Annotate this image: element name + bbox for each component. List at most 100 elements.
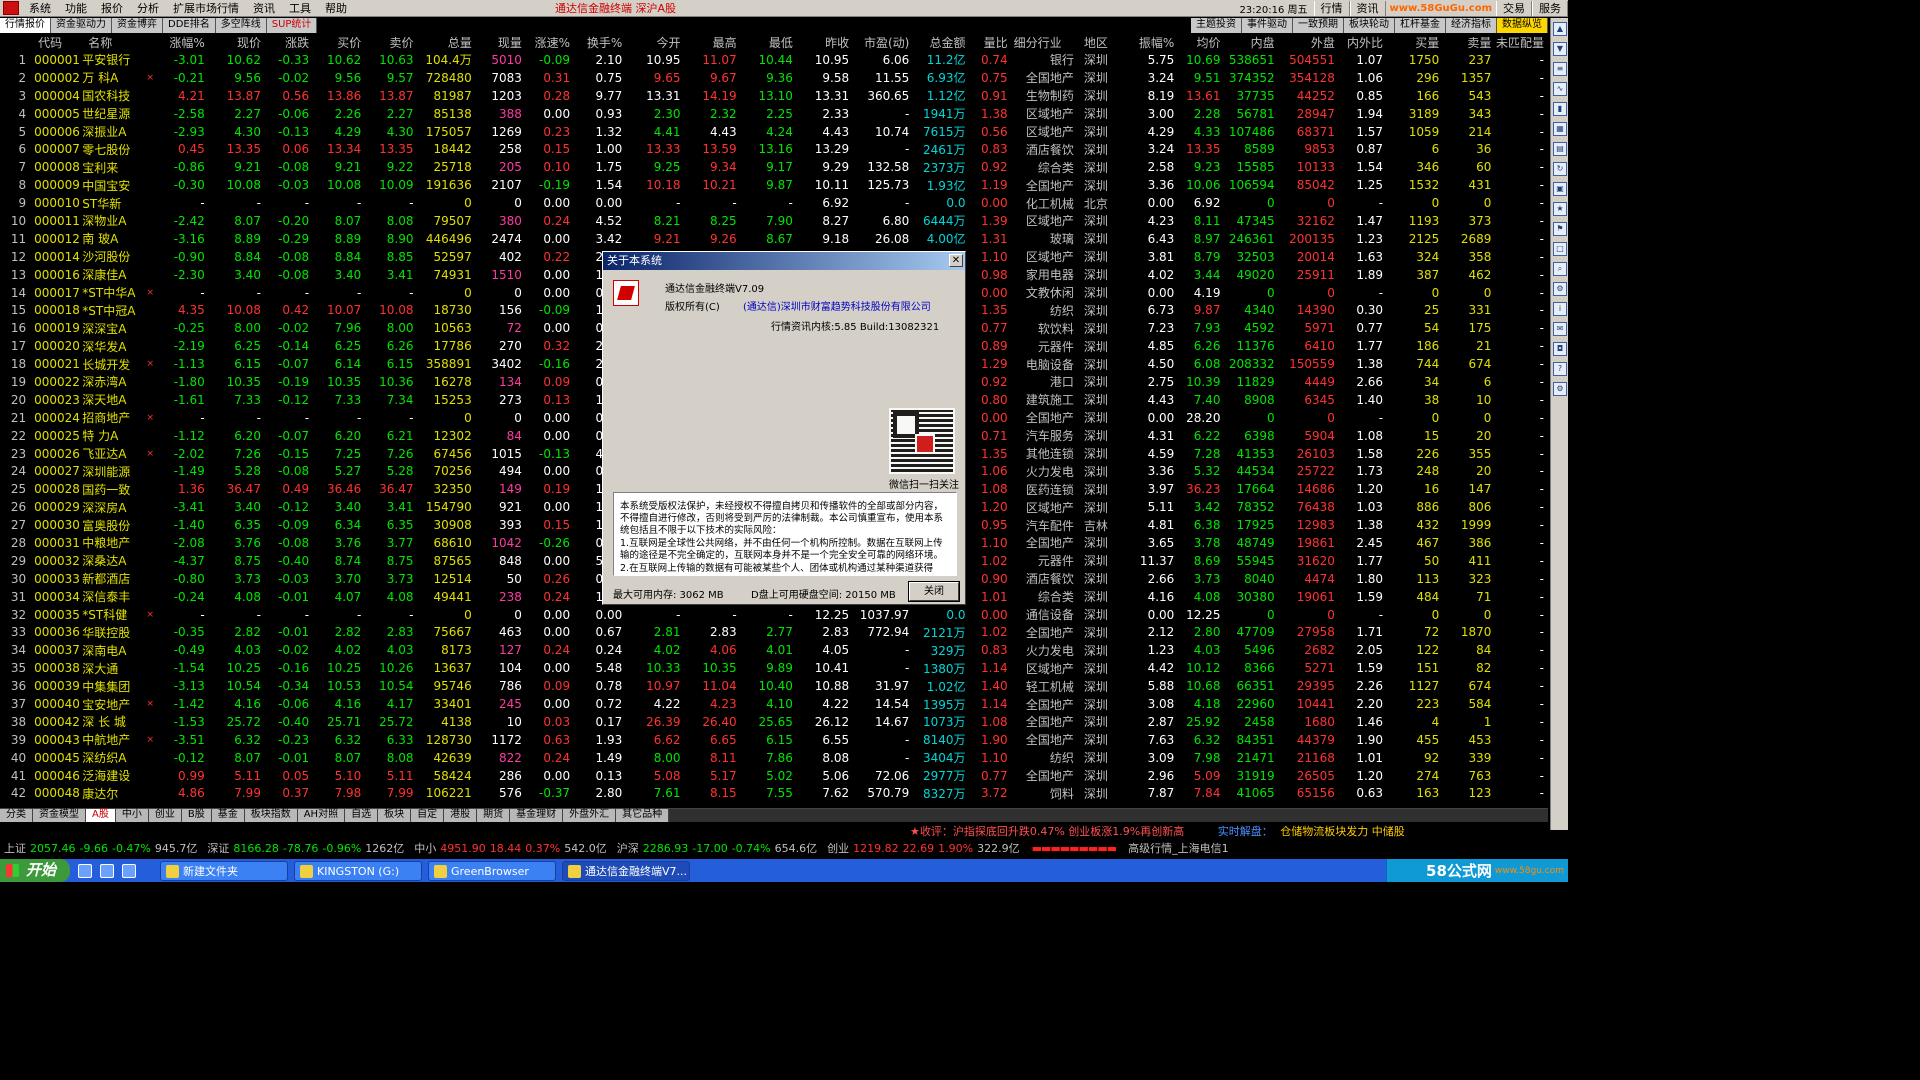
list-icon[interactable]: ≡ [1553,62,1567,76]
table-row[interactable]: 34 000037 深南电A -0.49 4.03 -0.02 4.02 4.03 8173 12… [0,641,1548,659]
category-tab[interactable]: 外盘外汇 [563,809,617,822]
chat-icon[interactable]: ✉ [1553,322,1567,336]
category-tab[interactable]: 基金 [211,809,245,822]
table-row[interactable]: 32 000035 *ST科健 × - - - - -0 0 0.00 0.00- - -12.25 103… [0,606,1548,624]
column-header[interactable]: 振幅% [1118,34,1178,51]
top-button-quote[interactable]: 行情 [1313,1,1350,16]
category-tab[interactable]: 港股 [444,809,478,822]
sort-dropdown-icon[interactable] [0,34,30,51]
help-icon[interactable]: ? [1553,362,1567,376]
category-tab[interactable]: AH对照 [297,809,346,822]
category-tab[interactable]: 资金模型 [33,809,86,822]
menu-item-ext-market[interactable]: 扩展市场行情 [167,0,247,16]
column-header[interactable]: 名称 [80,34,144,51]
news-headline[interactable]: ★收评：沪指探底回升跌0.47% 创业板涨1.9%再创新高 [910,825,1184,838]
table-row[interactable]: 37 000040 宝安地产 × -1.42 4.16 -0.06 4.16 4.17 33401… [0,695,1548,713]
column-header[interactable]: 内盘 [1224,34,1278,51]
menu-item-system[interactable]: 系统 [23,0,59,16]
tab-event-driven[interactable]: 事件驱动 [1242,18,1293,33]
category-tab[interactable]: A股 [86,809,116,822]
menu-item-analysis[interactable]: 分析 [131,0,167,16]
column-header[interactable]: 均价 [1178,34,1224,51]
close-button[interactable]: 关闭 [908,581,960,602]
column-header[interactable]: 量比 [970,34,1012,51]
news-headline-2[interactable]: 仓储物流板块发力 中储股 [1280,825,1405,838]
index-quote[interactable]: 中小 4951.90 18.44 0.37% 542.0亿 [410,840,612,858]
category-tab[interactable]: 板块 [378,809,412,822]
column-header[interactable]: 总量 [418,34,476,51]
menu-item-help[interactable]: 帮助 [319,0,355,16]
top-button-trade[interactable]: 交易 [1496,1,1532,16]
tab-capital-game[interactable]: 资金博弈 [112,18,163,33]
taskbar-item-browser[interactable]: GreenBrowser [428,860,556,881]
window-icon[interactable]: □ [1553,242,1567,256]
quicklaunch-browser-icon[interactable] [100,863,114,878]
table-row[interactable]: 33 000036 华联控股 -0.35 2.82 -0.01 2.82 2.83 75667 4… [0,624,1548,642]
tab-long-short[interactable]: 多空阵线 [215,18,267,33]
taskbar-item-tdx[interactable]: 通达信金融终端V7... [562,860,690,881]
column-header[interactable]: 涨跌 [265,34,313,51]
column-header[interactable]: 代码 [30,34,80,51]
table-row[interactable]: 8 000009 中国宝安 -0.30 10.08 -0.03 10.08 10.09 1916… [0,176,1548,194]
column-header[interactable]: 地区 [1078,34,1118,51]
tab-theme-invest[interactable]: 主题投资 [1191,18,1242,33]
category-tab[interactable]: 中小 [115,809,149,822]
horizontal-scrollbar[interactable] [669,809,1548,822]
grid-icon[interactable]: ▦ [1553,122,1567,136]
taskbar-item-folder[interactable]: 新建文件夹 [160,860,288,881]
menu-item-quote[interactable]: 报价 [95,0,131,16]
top-button-info[interactable]: 资讯 [1349,1,1386,16]
arrow-up-icon[interactable]: ▲ [1553,22,1567,36]
refresh-icon[interactable]: ↻ [1553,162,1567,176]
lock-icon[interactable]: ◘ [1553,342,1567,356]
column-header[interactable]: 现价 [209,34,265,51]
tab-sup-stats[interactable]: SUP统计 [266,18,318,33]
column-header[interactable]: 最低 [741,34,797,51]
column-header[interactable]: 细分行业 [1012,34,1078,51]
menu-item-tools[interactable]: 工具 [283,0,319,16]
column-header[interactable]: 卖量 [1443,34,1495,51]
column-header[interactable]: 今开 [626,34,684,51]
column-header[interactable]: 卖价 [365,34,417,51]
tab-quote-list[interactable]: 行情报价 [0,18,51,33]
table-row[interactable]: 7 000008 宝利来 -0.86 9.21 -0.08 9.21 9.22 25718 205… [0,158,1548,176]
table-row[interactable]: 40 000045 深纺织A -0.12 8.07 -0.01 8.07 8.08 42639 8… [0,749,1548,767]
table-row[interactable]: 36 000039 中集集团 -3.13 10.54 -0.34 10.53 10.54 957… [0,677,1548,695]
category-tab[interactable]: 期货 [477,809,511,822]
column-header[interactable]: 未匹配量 [1495,34,1548,51]
gear-icon[interactable]: ⚙ [1553,282,1567,296]
company-link[interactable]: (通达信)深圳市财富趋势科技股份有限公司 [743,298,931,313]
table-row[interactable]: 6 000007 零七股份 0.45 13.35 0.06 13.34 13.35 18442 2… [0,140,1548,158]
menu-item-function[interactable]: 功能 [59,0,95,16]
column-header[interactable]: 内外比 [1339,34,1387,51]
search-icon[interactable]: ⌕ [1553,262,1567,276]
table-row[interactable]: 1 000001 平安银行 -3.01 10.62 -0.33 10.62 10.63 104.… [0,51,1548,69]
column-header[interactable]: 买价 [313,34,365,51]
column-header[interactable]: 市盈(动) [853,34,913,51]
column-header[interactable]: 买量 [1387,34,1443,51]
top-button-service[interactable]: 服务 [1532,1,1568,16]
table-row[interactable]: 10 000011 深物业A -2.42 8.07 -0.20 8.07 8.08 79507 3… [0,212,1548,230]
category-tab[interactable]: B股 [181,809,212,822]
table-row[interactable]: 39 000043 中航地产 × -3.51 6.32 -0.23 6.32 6.33 12873… [0,731,1548,749]
column-header[interactable]: 换手% [574,34,626,51]
start-button[interactable]: 开始 [0,859,70,882]
menu-item-info[interactable]: 资讯 [247,0,283,16]
table-row[interactable]: 41 000046 泛海建设 0.99 5.11 0.05 5.10 5.11 58424 286… [0,767,1548,785]
taskbar-item-drive[interactable]: KINGSTON (G:) [294,860,422,881]
server-status[interactable]: 高级行情_上海电信1 [1128,840,1229,858]
category-tab[interactable]: 自定 [411,809,445,822]
index-quote[interactable]: 沪深 2286.93 -17.00 -0.74% 654.6亿 [613,840,823,858]
category-tab[interactable]: 创业 [148,809,182,822]
category-tab[interactable]: 自选 [345,809,379,822]
table-row[interactable]: 11 000012 南 玻A -3.16 8.89 -0.29 8.89 8.90 446496… [0,230,1548,248]
column-header[interactable]: 外盘 [1279,34,1339,51]
category-tab[interactable]: 板块指数 [244,809,298,822]
tab-economic-index[interactable]: 经济指标 [1446,18,1497,33]
star-icon[interactable]: ★ [1553,202,1567,216]
column-header[interactable]: 现量 [476,34,526,51]
column-header[interactable]: 涨幅% [157,34,209,51]
tab-consensus[interactable]: 一致预期 [1293,18,1344,33]
column-header[interactable]: 总金额 [913,34,969,51]
tab-data-overview[interactable]: 数据纵览 [1497,18,1548,33]
